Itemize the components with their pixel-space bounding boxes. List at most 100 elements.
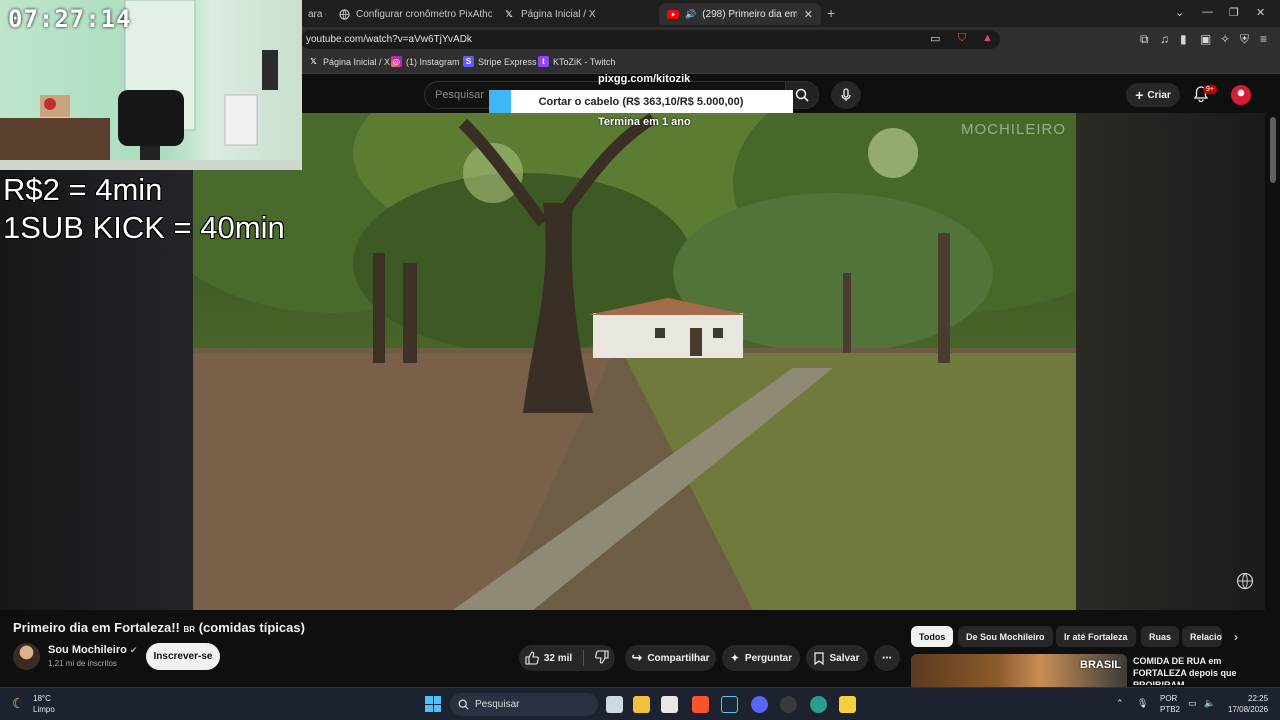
new-tab-button[interactable]: + bbox=[827, 5, 835, 21]
notes-icon[interactable] bbox=[839, 696, 856, 713]
bookmark-instagram[interactable]: ◎ (1) Instagram bbox=[391, 56, 460, 67]
create-button[interactable]: + Criar bbox=[1126, 83, 1180, 107]
channel-name-text: Sou Mochileiro bbox=[48, 644, 127, 656]
video-pillar-right bbox=[1076, 113, 1265, 610]
stripe-icon: S bbox=[463, 56, 474, 67]
flag-br-icon: BR bbox=[183, 625, 196, 634]
audio-playing-icon[interactable]: 🔊 bbox=[685, 9, 696, 20]
taskbar-date[interactable]: 17/08/2026 bbox=[1228, 705, 1268, 714]
share-icon: ↪ bbox=[631, 650, 643, 665]
browser-tab[interactable]: Configurar cronômetro PixAthon bbox=[330, 3, 492, 25]
leo-ai-icon[interactable]: ✧ bbox=[1220, 32, 1230, 46]
sidebar-icon[interactable]: ▮ bbox=[1180, 32, 1187, 46]
extensions-icon[interactable]: ⧉ bbox=[1140, 32, 1149, 47]
microphone-icon[interactable]: 🎙 bbox=[1137, 698, 1148, 709]
channel-name[interactable]: Sou Mochileiro ✔ bbox=[48, 644, 137, 656]
brave-rewards-icon[interactable]: ▲ bbox=[982, 32, 993, 44]
browser-tab[interactable]: ara c bbox=[300, 3, 326, 25]
more-icon: ⋯ bbox=[882, 652, 892, 664]
obs-icon[interactable] bbox=[780, 696, 797, 713]
taskbar-search[interactable]: Pesquisar bbox=[450, 693, 598, 716]
brave-shield-icon[interactable]: ⛉ bbox=[958, 32, 966, 45]
create-label: Criar bbox=[1147, 89, 1171, 101]
channel-avatar[interactable] bbox=[13, 643, 40, 670]
bookmark-icon bbox=[814, 651, 825, 665]
save-label: Salvar bbox=[829, 652, 860, 664]
url-input[interactable]: youtube.com/watch?v=aVw6TjYvADk bbox=[300, 30, 1000, 49]
chip-all[interactable]: Todos bbox=[911, 626, 954, 647]
thumbs-down-icon bbox=[595, 649, 609, 664]
share-label: Compartilhar bbox=[647, 652, 710, 664]
menu-icon[interactable]: ≡ bbox=[1260, 32, 1267, 46]
steam-icon[interactable] bbox=[721, 696, 738, 713]
chip-fortaleza[interactable]: Ir até Fortaleza bbox=[1056, 626, 1136, 647]
task-view-icon[interactable] bbox=[606, 696, 623, 713]
search-placeholder: Pesquisar bbox=[435, 89, 484, 101]
like-button[interactable]: 32 mil bbox=[525, 651, 572, 665]
windows-start-icon[interactable] bbox=[425, 696, 441, 712]
account-avatar[interactable] bbox=[1231, 85, 1251, 105]
dislike-button[interactable] bbox=[595, 649, 609, 667]
page-scrollbar[interactable] bbox=[1267, 113, 1280, 687]
voice-search-button[interactable] bbox=[831, 81, 861, 109]
tab-search-icon[interactable]: ⌄ bbox=[1175, 6, 1184, 19]
donation-goal-site: pixgg.com/kitozik bbox=[598, 73, 691, 85]
subscribe-button[interactable]: Inscrever-se bbox=[146, 643, 220, 670]
url-text: youtube.com/watch?v=aVw6TjYvADk bbox=[306, 34, 472, 45]
wallet-icon[interactable]: ▣ bbox=[1200, 32, 1211, 46]
discord-icon[interactable] bbox=[751, 696, 768, 713]
save-button[interactable]: Salvar bbox=[806, 645, 868, 671]
chevron-right-icon[interactable]: › bbox=[1234, 630, 1238, 644]
input-language[interactable]: POR bbox=[1160, 694, 1177, 703]
like-count: 32 mil bbox=[543, 652, 573, 664]
moon-weather-icon[interactable]: ☾ bbox=[12, 695, 25, 712]
snipping-tool-icon[interactable] bbox=[661, 696, 678, 713]
bookmark-label: (1) Instagram bbox=[406, 56, 460, 67]
ask-button[interactable]: ✦ Perguntar bbox=[722, 645, 800, 671]
bookmark-twitch[interactable]: t KToZiK - Twitch bbox=[538, 56, 615, 67]
verified-icon: ✔ bbox=[129, 645, 138, 655]
recommended-title[interactable]: COMIDA DE RUA em FORTALEZA depois que PR… bbox=[1133, 655, 1253, 685]
tab-label: Página Inicial / X bbox=[521, 8, 596, 20]
chip-related[interactable]: Relacio bbox=[1182, 626, 1222, 647]
minimize-icon[interactable]: — bbox=[1202, 6, 1213, 18]
share-button[interactable]: ↪ Compartilhar bbox=[625, 645, 716, 671]
search-icon bbox=[458, 699, 469, 710]
close-window-icon[interactable]: ✕ bbox=[1256, 6, 1265, 19]
bookmark-label: KToZiK - Twitch bbox=[553, 56, 616, 67]
network-icon[interactable]: ▭ bbox=[1188, 698, 1197, 709]
chip-from-channel[interactable]: De Sou Mochileiro bbox=[958, 626, 1053, 647]
video-player[interactable]: MOCHILEIRO bbox=[193, 113, 1076, 610]
browser-tab[interactable]: 𝕏 Página Inicial / X bbox=[495, 3, 655, 25]
chip-streets[interactable]: Ruas bbox=[1141, 626, 1180, 647]
video-title-text: Primeiro dia em Fortaleza!! bbox=[13, 620, 180, 635]
browser-tab-active[interactable]: 🔊 (298) Primeiro dia em Fortale ✕ bbox=[659, 3, 821, 25]
brave-browser-icon[interactable] bbox=[692, 696, 709, 713]
scrollbar-thumb[interactable] bbox=[1270, 117, 1276, 183]
maximize-icon[interactable]: ❐ bbox=[1229, 6, 1239, 19]
plus-icon: + bbox=[1135, 87, 1144, 103]
video-watermark: MOCHILEIRO bbox=[960, 121, 1066, 138]
volume-icon[interactable]: 🔈 bbox=[1204, 698, 1215, 709]
keyboard-layout[interactable]: PTB2 bbox=[1160, 705, 1180, 714]
x-logo-icon: 𝕏 bbox=[310, 57, 317, 66]
bookmark-x[interactable]: 𝕏 Página Inicial / X bbox=[308, 56, 390, 67]
cast-icon[interactable]: ▭ bbox=[930, 32, 940, 45]
vpn-icon[interactable]: ⛨ bbox=[1240, 32, 1249, 47]
app-icon[interactable] bbox=[810, 696, 827, 713]
chevron-up-icon[interactable]: ⌃ bbox=[1116, 698, 1124, 709]
bookmark-label: Página Inicial / X bbox=[323, 56, 391, 67]
bookmark-stripe[interactable]: S Stripe Express bbox=[463, 56, 537, 67]
video-title-suffix: (comidas típicas) bbox=[198, 620, 305, 635]
twitch-icon: t bbox=[538, 56, 549, 67]
sub-rate-text: 1SUB KICK = 40min bbox=[3, 210, 285, 245]
webcam-overlay: 07:27:14 bbox=[0, 0, 302, 170]
file-explorer-icon[interactable] bbox=[633, 696, 650, 713]
recommended-thumbnail[interactable]: BRASIL bbox=[911, 654, 1127, 687]
media-icon[interactable]: ♫ bbox=[1160, 32, 1169, 46]
taskbar-search-label: Pesquisar bbox=[475, 699, 520, 710]
taskbar-time[interactable]: 22:25 bbox=[1248, 694, 1268, 703]
language-globe-icon[interactable] bbox=[1236, 572, 1254, 590]
more-actions-button[interactable]: ⋯ bbox=[874, 645, 900, 671]
close-tab-icon[interactable]: ✕ bbox=[804, 8, 813, 21]
